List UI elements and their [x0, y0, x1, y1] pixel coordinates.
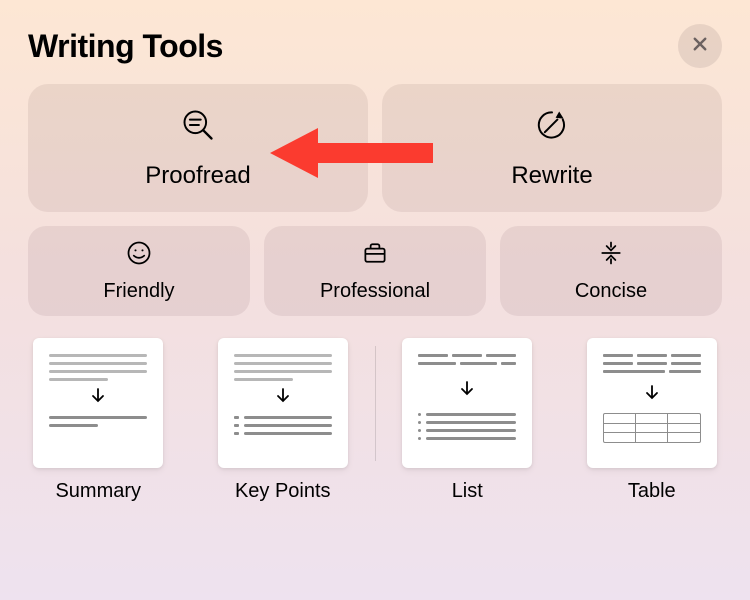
- circular-pencil-icon: [534, 107, 570, 148]
- format-divider: [375, 346, 376, 461]
- list-preview: [402, 338, 532, 468]
- key-points-preview: [218, 338, 348, 468]
- friendly-button[interactable]: Friendly: [28, 226, 250, 316]
- rewrite-label: Rewrite: [511, 162, 592, 190]
- rewrite-button[interactable]: Rewrite: [382, 84, 722, 212]
- briefcase-icon: [361, 239, 389, 272]
- concise-button[interactable]: Concise: [500, 226, 722, 316]
- concise-label: Concise: [575, 280, 647, 303]
- key-points-button[interactable]: Key Points: [213, 338, 354, 503]
- smile-icon: [125, 239, 153, 272]
- arrow-down-icon: [90, 387, 106, 408]
- arrow-down-icon: [459, 380, 475, 401]
- close-icon: [691, 35, 709, 58]
- magnifier-lines-icon: [180, 107, 216, 148]
- professional-button[interactable]: Professional: [264, 226, 486, 316]
- summary-button[interactable]: Summary: [28, 338, 169, 503]
- professional-label: Professional: [320, 280, 430, 303]
- page-title: Writing Tools: [28, 28, 223, 65]
- key-points-label: Key Points: [235, 480, 331, 503]
- close-button[interactable]: [678, 24, 722, 68]
- proofread-button[interactable]: Proofread: [28, 84, 368, 212]
- list-button[interactable]: List: [397, 338, 538, 503]
- table-button[interactable]: Table: [582, 338, 723, 503]
- arrow-down-icon: [275, 387, 291, 408]
- summary-label: Summary: [55, 480, 141, 503]
- table-preview: [587, 338, 717, 468]
- collapse-icon: [597, 239, 625, 272]
- friendly-label: Friendly: [103, 280, 174, 303]
- list-label: List: [452, 480, 483, 503]
- arrow-down-icon: [644, 384, 660, 405]
- summary-preview: [33, 338, 163, 468]
- proofread-label: Proofread: [145, 162, 250, 190]
- table-label: Table: [628, 480, 676, 503]
